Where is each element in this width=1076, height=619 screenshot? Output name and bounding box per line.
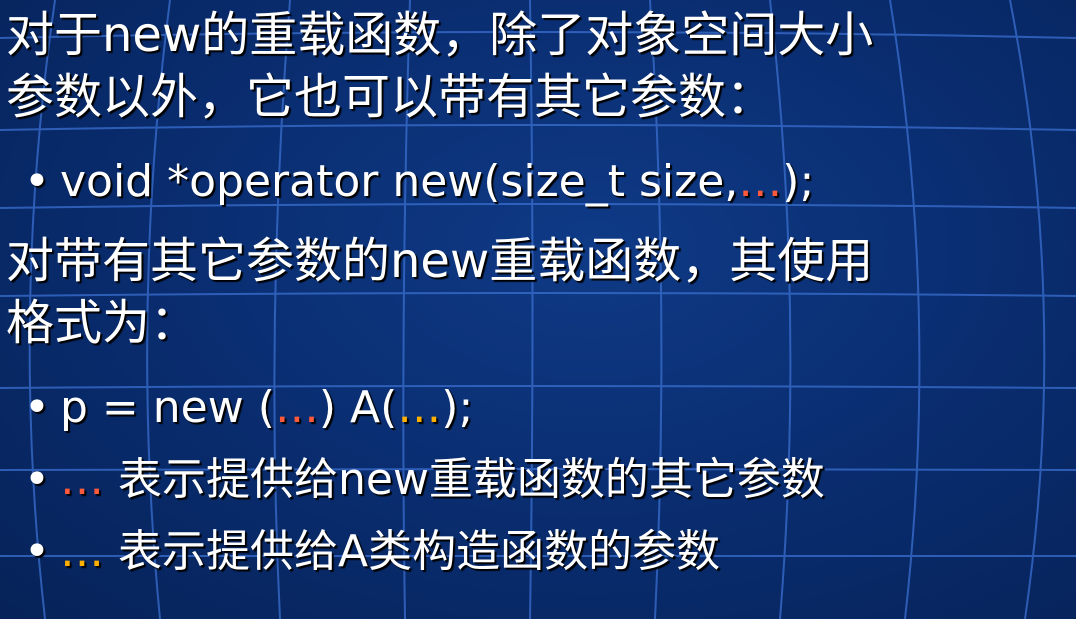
new-args-ellipsis: … [60, 454, 104, 505]
ctor-args-ellipsis: … [60, 526, 104, 577]
bullet-dot: • [24, 382, 50, 433]
bullet-ctor-args-note: •… 表示提供给A类构造函数的参数 [24, 524, 720, 580]
paragraph-intro-line1: 对于new的重载函数，除了对象空间大小 [6, 7, 874, 63]
paragraph-intro: 对于new的重载函数，除了对象空间大小 参数以外，它也可以带有其它参数： [6, 4, 873, 128]
signature-suffix: ); [782, 156, 815, 207]
paragraph-intro-line2: 参数以外，它也可以带有其它参数： [6, 69, 775, 125]
usage-part3: ); [441, 382, 474, 433]
bullet-operator-signature: • void *operator new(size_t size,…); [24, 154, 814, 210]
bullet-new-args-note: •… 表示提供给new重载函数的其它参数 [24, 452, 825, 508]
paragraph-usage: 对带有其它参数的new重载函数，其使用 格式为： [6, 230, 873, 354]
usage-part2: ) A( [318, 382, 398, 433]
new-args-description: 表示提供给new重载函数的其它参数 [104, 454, 825, 505]
ctor-args-description: 表示提供给A类构造函数的参数 [104, 526, 721, 577]
bullet-dot: • [24, 526, 50, 577]
bullet-usage-example: • p = new (…) A(…); [24, 380, 473, 436]
paragraph-usage-line1: 对带有其它参数的new重载函数，其使用 [6, 233, 874, 289]
usage-ctor-args-ellipsis: … [397, 382, 442, 433]
bullet-dot: • [24, 156, 50, 207]
usage-new-args-ellipsis: … [274, 382, 319, 433]
signature-ellipsis: … [738, 156, 783, 207]
paragraph-usage-line2: 格式为： [6, 295, 199, 351]
signature-prefix: void *operator new(size_t size, [60, 156, 739, 207]
slide-content: 对于new的重载函数，除了对象空间大小 参数以外，它也可以带有其它参数： • vo… [0, 0, 1076, 619]
bullet-dot: • [24, 454, 50, 505]
usage-part1: p = new ( [60, 382, 275, 433]
